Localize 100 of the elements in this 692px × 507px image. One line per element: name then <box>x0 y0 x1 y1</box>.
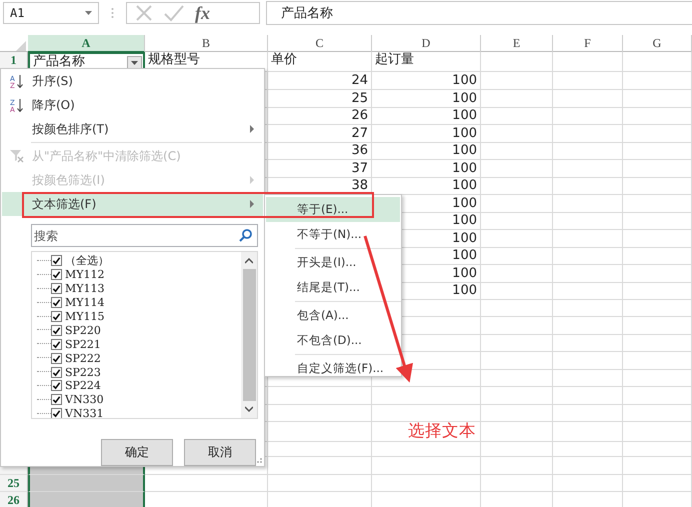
menu-item[interactable]: 等于(E)... <box>266 197 400 222</box>
checkbox[interactable] <box>51 380 62 392</box>
table-cell <box>481 387 553 404</box>
table-cell <box>623 440 692 457</box>
menu-item[interactable]: 不包含(D)... <box>266 328 400 353</box>
submenu-arrow-icon <box>250 176 254 184</box>
column-header[interactable]: A <box>28 35 145 53</box>
checkbox[interactable] <box>51 352 62 364</box>
table-cell <box>553 317 623 334</box>
insert-function-button[interactable]: fx <box>195 2 210 24</box>
table-cell <box>623 474 692 492</box>
value-label[interactable]: MY115 <box>65 310 105 323</box>
column-header[interactable]: B <box>145 35 268 53</box>
table-cell: 26 <box>268 107 372 125</box>
table-cell <box>623 300 692 317</box>
table-cell <box>623 370 692 387</box>
name-box[interactable]: A1 <box>3 2 99 24</box>
table-cell <box>623 457 692 474</box>
table-cell <box>481 177 553 195</box>
table-cell <box>553 440 623 457</box>
table-cell <box>481 474 553 492</box>
table-cell <box>623 72 692 90</box>
annotation-text: 选择文本 <box>408 421 476 440</box>
checkbox[interactable] <box>51 324 62 336</box>
column-header[interactable]: G <box>623 35 692 53</box>
table-cell <box>481 52 553 72</box>
checkbox[interactable] <box>51 255 62 266</box>
table-cell: 24 <box>268 72 372 90</box>
value-label[interactable]: SP224 <box>65 379 101 392</box>
table-cell <box>553 52 623 72</box>
submenu-arrow-icon <box>250 200 254 208</box>
checkbox[interactable] <box>51 366 62 378</box>
checkbox[interactable] <box>51 311 62 322</box>
value-label[interactable]: VN331 <box>65 407 104 418</box>
table-cell <box>481 264 553 282</box>
table-cell <box>481 230 553 248</box>
column-header[interactable]: C <box>268 35 372 53</box>
submenu-arrow-icon <box>250 125 254 133</box>
table-cell <box>553 282 623 300</box>
value-label[interactable]: MY112 <box>65 268 105 282</box>
value-label[interactable]: SP220 <box>65 324 101 337</box>
table-cell <box>553 264 623 282</box>
table-cell: 100 <box>372 72 481 90</box>
value-label[interactable]: （全选） <box>65 253 109 268</box>
check-icon[interactable] <box>163 4 185 22</box>
table-cell <box>481 352 553 370</box>
table-cell <box>481 107 553 125</box>
table-cell <box>623 124 692 142</box>
menu-item[interactable]: 自定义筛选(F)... <box>266 356 400 381</box>
table-cell <box>481 334 553 352</box>
column-header[interactable]: F <box>553 35 623 53</box>
table-cell <box>481 247 553 265</box>
table-cell: 25 <box>268 90 372 108</box>
resize-grip-icon[interactable] <box>254 457 262 464</box>
table-cell <box>623 90 692 108</box>
filter-dropdown-icon[interactable] <box>127 56 142 70</box>
table-cell <box>481 317 553 334</box>
scroll-thumb[interactable] <box>242 269 256 401</box>
checkbox[interactable] <box>51 283 62 294</box>
value-label[interactable]: VN330 <box>65 393 104 406</box>
table-cell <box>623 212 692 230</box>
checkbox[interactable] <box>51 408 62 418</box>
value-label[interactable]: MY113 <box>65 282 105 296</box>
column-header[interactable]: E <box>481 35 553 53</box>
table-cell <box>553 194 623 212</box>
value-label[interactable]: MY114 <box>65 296 105 310</box>
column-header[interactable]: D <box>372 35 481 53</box>
table-cell <box>623 230 692 248</box>
checkbox[interactable] <box>51 297 62 308</box>
row-header[interactable]: 26 <box>0 492 28 507</box>
table-cell <box>481 90 553 108</box>
table-cell <box>623 317 692 334</box>
table-cell <box>553 370 623 387</box>
checkbox[interactable] <box>51 394 62 406</box>
scrollbar[interactable] <box>241 252 257 418</box>
menu-item[interactable]: 按颜色排序(T) <box>2 117 263 141</box>
scroll-up-icon[interactable] <box>245 258 253 264</box>
dialog-button[interactable]: 取消 <box>184 439 256 466</box>
caret-icon <box>85 11 92 15</box>
value-label[interactable]: SP222 <box>65 352 101 365</box>
value-label[interactable]: SP223 <box>65 366 101 379</box>
table-cell <box>623 387 692 404</box>
table-cell <box>553 142 623 160</box>
checkbox[interactable] <box>51 338 62 350</box>
search-icon[interactable] <box>239 229 252 242</box>
formula-field[interactable]: 产品名称 <box>266 1 692 25</box>
search-field[interactable]: 搜索 <box>31 224 258 247</box>
table-cell <box>481 72 553 90</box>
value-label[interactable]: SP221 <box>65 338 101 351</box>
menu-item[interactable]: 文本筛选(F) <box>2 192 263 216</box>
menu-item[interactable]: 包含(A)... <box>266 303 400 328</box>
table-cell: 100 <box>372 160 481 178</box>
dialog-button[interactable]: 确定 <box>101 439 173 466</box>
row-header[interactable]: 25 <box>0 474 28 492</box>
table-cell: 27 <box>268 124 372 142</box>
table-cell <box>481 457 553 474</box>
scroll-down-icon[interactable] <box>245 406 253 412</box>
checkbox[interactable] <box>51 269 62 280</box>
table-cell: 100 <box>372 90 481 108</box>
table-cell <box>481 160 553 178</box>
